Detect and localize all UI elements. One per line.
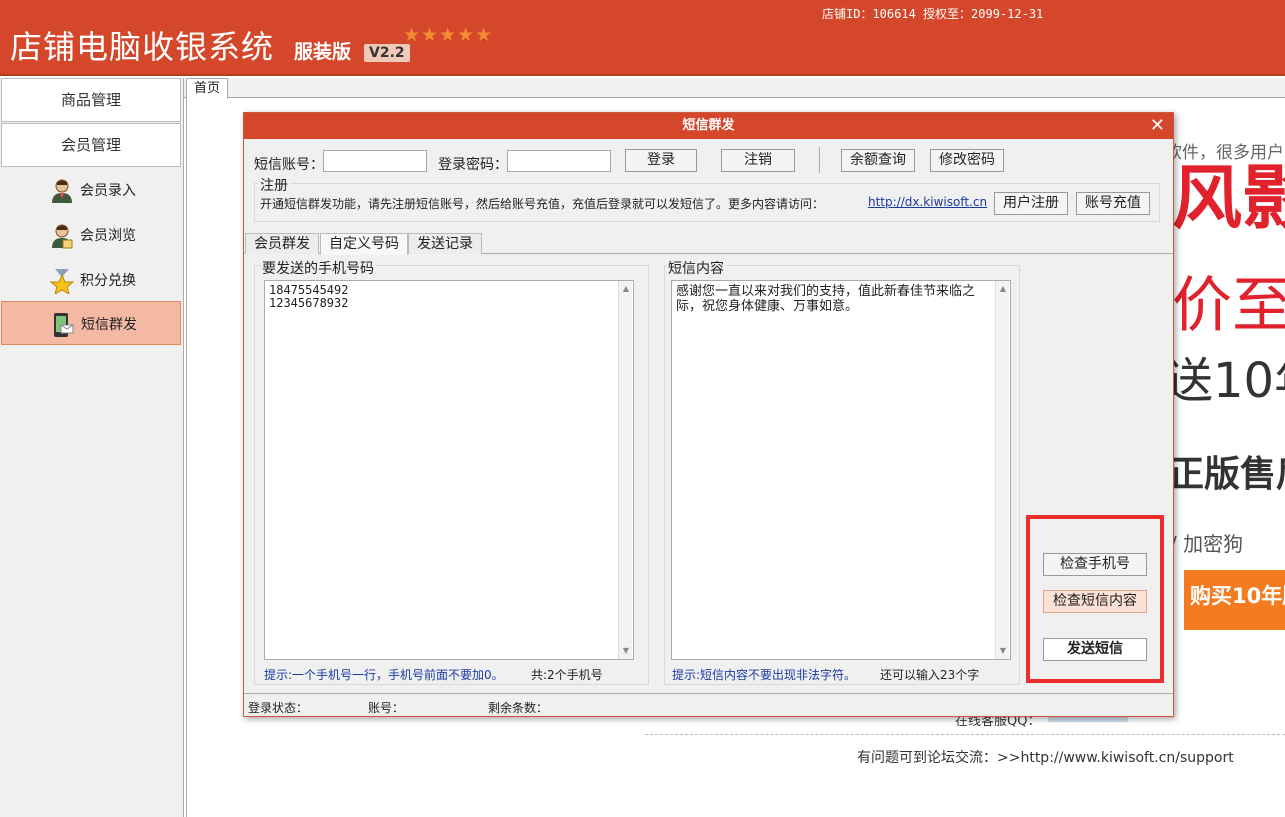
star-medal-icon bbox=[49, 268, 75, 296]
sidebar-item-label: 短信群发 bbox=[81, 317, 137, 333]
password-label: 登录密码： bbox=[438, 157, 508, 173]
content-scrollbar[interactable]: ▲ ▼ bbox=[995, 281, 1009, 659]
ad-genuine-text: 正版售后 bbox=[1168, 454, 1285, 495]
scroll-up-icon[interactable]: ▲ bbox=[996, 283, 1010, 295]
sidebar-item-member-add[interactable]: 会员录入 bbox=[1, 168, 181, 212]
divider bbox=[645, 734, 1285, 735]
store-info: 店铺ID：106614 授权至：2099-12-31 bbox=[822, 7, 1044, 21]
sidebar-item-points-exchange[interactable]: 积分兑换 bbox=[1, 258, 181, 302]
scroll-down-icon[interactable]: ▼ bbox=[996, 645, 1010, 657]
account-input[interactable] bbox=[323, 150, 427, 172]
app-version: V2.2 bbox=[364, 44, 410, 62]
buy-button[interactable]: 购买10年版 bbox=[1184, 570, 1285, 630]
phones-textarea[interactable]: 18475545492 12345678932 bbox=[264, 280, 634, 660]
toolbar-separator bbox=[819, 147, 820, 173]
content-tabbar bbox=[184, 78, 1285, 98]
sidebar-item-label: 会员录入 bbox=[80, 183, 136, 199]
scroll-up-icon[interactable]: ▲ bbox=[619, 283, 633, 295]
tab-member-bulk[interactable]: 会员群发 bbox=[245, 233, 319, 254]
content-hint: 提示:短信内容不要出现非法字符。 bbox=[672, 668, 857, 682]
tab-custom-numbers[interactable]: 自定义号码 bbox=[320, 233, 408, 255]
scroll-down-icon[interactable]: ▼ bbox=[619, 645, 633, 657]
check-content-button[interactable]: 检查短信内容 bbox=[1043, 590, 1147, 613]
content-remaining: 还可以输入23个字 bbox=[880, 668, 980, 682]
sidebar-item-label: 会员浏览 bbox=[80, 228, 136, 244]
dialog-title: 短信群发 bbox=[244, 113, 1173, 139]
sms-dialog: 短信群发 ✕ 短信账号： 登录密码： 登录 注销 余额查询 修改密码 注册 开通… bbox=[243, 112, 1174, 717]
app-edition: 服装版 bbox=[294, 41, 352, 63]
sidebar-item-sms[interactable]: 短信群发 bbox=[1, 301, 181, 345]
register-link[interactable]: http://dx.kiwisoft.cn bbox=[868, 195, 987, 209]
password-input[interactable] bbox=[507, 150, 611, 172]
phone-sms-icon bbox=[50, 312, 76, 338]
send-sms-button[interactable]: 发送短信 bbox=[1043, 638, 1147, 661]
remaining-count-label: 剩余条数： bbox=[488, 701, 549, 715]
register-group-title: 注册 bbox=[258, 175, 290, 195]
recharge-button[interactable]: 账号充值 bbox=[1076, 192, 1150, 215]
sidebar-item-label: 积分兑换 bbox=[80, 273, 136, 289]
tab-send-history[interactable]: 发送记录 bbox=[408, 233, 482, 254]
register-info-text: 开通短信群发功能，请先注册短信账号，然后给账号充值，充值后登录就可以发短信了。更… bbox=[260, 197, 825, 211]
sms-tabs: 会员群发 自定义号码 发送记录 bbox=[244, 233, 1173, 255]
rating-stars-icon: ★★★★★ bbox=[403, 24, 494, 46]
phones-group-title: 要发送的手机号码 bbox=[260, 258, 376, 278]
account-label: 短信账号： bbox=[254, 157, 324, 173]
check-phone-button[interactable]: 检查手机号 bbox=[1043, 553, 1147, 576]
change-password-button[interactable]: 修改密码 bbox=[930, 149, 1004, 172]
phones-count: 共:2个手机号 bbox=[531, 668, 603, 682]
person-add-icon bbox=[49, 178, 75, 204]
app-title: 店铺电脑收银系统 bbox=[10, 28, 275, 66]
status-bar: 登录状态： 账号： 剩余条数： bbox=[244, 693, 1173, 716]
sidebar-menu-members[interactable]: 会员管理 bbox=[1, 123, 181, 167]
content-textarea[interactable]: 感谢您一直以来对我们的支持，值此新春佳节来临之际，祝您身体健康、万事如意。 bbox=[671, 280, 1011, 660]
account-status-label: 账号： bbox=[368, 701, 405, 715]
content-group-title: 短信内容 bbox=[666, 258, 726, 278]
ad-send-text: 送10年 bbox=[1165, 353, 1285, 409]
ad-brand-text: 风影 bbox=[1172, 157, 1285, 239]
balance-query-button[interactable]: 余额查询 bbox=[841, 149, 915, 172]
sidebar: 商品管理 会员管理 会员录入 会员浏览 积分兑换 短信群发 bbox=[0, 78, 184, 817]
ad-dongle-text: / 加密狗 bbox=[1170, 532, 1244, 556]
sidebar-item-member-browse[interactable]: 会员浏览 bbox=[1, 213, 181, 257]
person-browse-icon bbox=[49, 223, 75, 249]
user-register-button[interactable]: 用户注册 bbox=[994, 192, 1068, 215]
login-button[interactable]: 登录 bbox=[625, 149, 697, 172]
close-icon[interactable]: ✕ bbox=[1150, 115, 1165, 137]
sidebar-menu-products[interactable]: 商品管理 bbox=[1, 78, 181, 122]
login-state-label: 登录状态： bbox=[248, 701, 309, 715]
phones-hint: 提示:一个手机号一行，手机号前面不要加0。 bbox=[264, 668, 504, 682]
forum-link[interactable]: 有问题可到论坛交流：>>http://www.kiwisoft.cn/suppo… bbox=[857, 747, 1234, 767]
tab-home[interactable]: 首页 bbox=[186, 78, 228, 99]
phones-scrollbar[interactable]: ▲ ▼ bbox=[618, 281, 632, 659]
ad-price-text: 价至 bbox=[1172, 271, 1285, 341]
app-header: 店铺电脑收银系统 服装版 V2.2 ★★★★★ 店铺ID：106614 授权至：… bbox=[0, 0, 1285, 76]
logout-button[interactable]: 注销 bbox=[721, 149, 795, 172]
